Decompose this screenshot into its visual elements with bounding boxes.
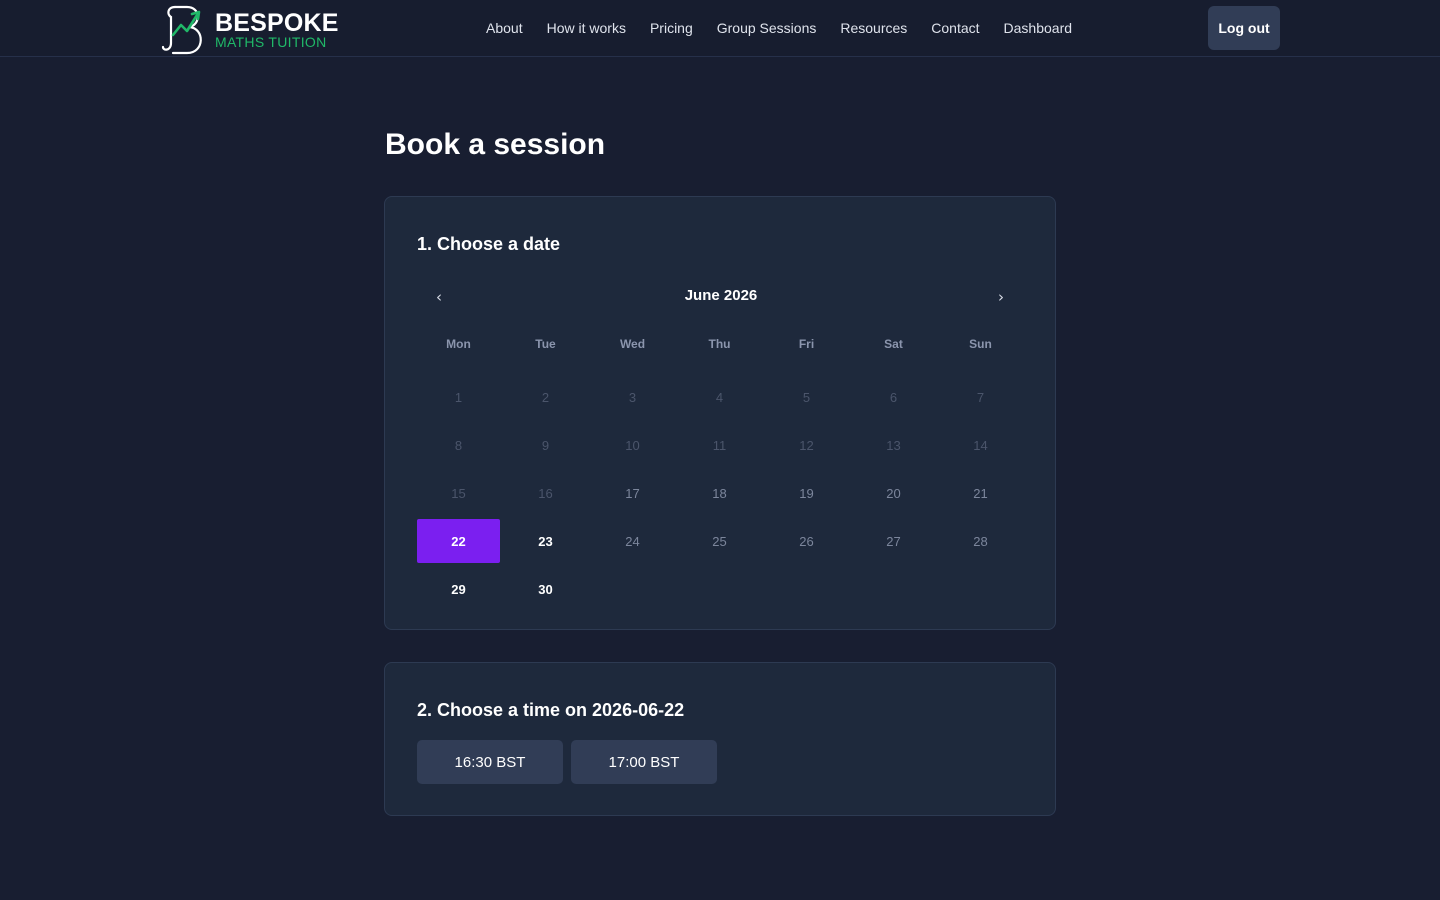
- weekday-label: Mon: [446, 337, 471, 351]
- calendar-day: 13: [852, 423, 935, 467]
- calendar-day: 17: [591, 471, 674, 515]
- calendar-day: 5: [765, 375, 848, 419]
- calendar-day: 3: [591, 375, 674, 419]
- calendar-day: 6: [852, 375, 935, 419]
- brand-name-line1: BESPOKE: [215, 9, 339, 37]
- calendar-day: 26: [765, 519, 848, 563]
- calendar-day: 15: [417, 471, 500, 515]
- calendar-day: 16: [504, 471, 587, 515]
- calendar-grid: Mon Tue Wed Thu Fri Sat Sun 1 2 3 4 5 6 7 8 9 10 1…: [417, 337, 1027, 611]
- calendar-day: 28: [939, 519, 1022, 563]
- calendar-day: 11: [678, 423, 761, 467]
- nav-how-it-works[interactable]: How it works: [547, 20, 626, 36]
- site-header: BESPOKE MATHS TUITION About How it works…: [0, 0, 1440, 57]
- nav-dashboard[interactable]: Dashboard: [1004, 20, 1073, 36]
- calendar-days: 1 2 3 4 5 6 7 8 9 10 11 12 13 14 15 16 17 18 19 20 21 22 23 24 2…: [417, 375, 1027, 611]
- calendar-day[interactable]: 29: [417, 567, 500, 611]
- calendar-day: 27: [852, 519, 935, 563]
- main-nav: About How it works Pricing Group Session…: [486, 18, 1072, 38]
- time-slots: 16:30 BST 17:00 BST: [417, 740, 725, 784]
- brand-logo[interactable]: BESPOKE MATHS TUITION: [161, 3, 361, 55]
- calendar-day: 14: [939, 423, 1022, 467]
- calendar-day[interactable]: 30: [504, 567, 587, 611]
- calendar-day: 9: [504, 423, 587, 467]
- calendar-day: 7: [939, 375, 1022, 419]
- calendar-day: 12: [765, 423, 848, 467]
- choose-date-title: 1. Choose a date: [417, 234, 561, 254]
- calendar-weekdays: Mon Tue Wed Thu Fri Sat Sun: [417, 337, 1027, 355]
- calendar-day: 21: [939, 471, 1022, 515]
- calendar-day-selected[interactable]: 22: [417, 519, 500, 563]
- calendar-header: ‹ June 2026 ›: [417, 285, 1025, 309]
- calendar-month-label: June 2026: [684, 287, 758, 304]
- choose-time-card: 2. Choose a time on 2026-06-22 16:30 BST…: [384, 662, 1056, 816]
- calendar-day: 8: [417, 423, 500, 467]
- brand-name: BESPOKE MATHS TUITION: [215, 9, 339, 50]
- calendar-day: 20: [852, 471, 935, 515]
- choose-time-title: 2. Choose a time on 2026-06-22: [417, 700, 685, 720]
- nav-about[interactable]: About: [486, 20, 523, 36]
- weekday-label: Thu: [708, 337, 731, 351]
- brand-name-line2: MATHS TUITION: [215, 34, 327, 50]
- logout-button[interactable]: Log out: [1208, 6, 1280, 50]
- chevron-right-icon[interactable]: ›: [989, 285, 1013, 309]
- nav-pricing[interactable]: Pricing: [650, 20, 693, 36]
- calendar-day[interactable]: 23: [504, 519, 587, 563]
- logo-mark-icon: [161, 5, 202, 55]
- nav-contact[interactable]: Contact: [931, 20, 979, 36]
- calendar-day: 1: [417, 375, 500, 419]
- weekday-label: Tue: [535, 337, 556, 351]
- time-slot-button[interactable]: 17:00 BST: [571, 740, 717, 784]
- weekday-label: Wed: [619, 337, 646, 351]
- calendar-day: 10: [591, 423, 674, 467]
- nav-group-sessions[interactable]: Group Sessions: [717, 20, 817, 36]
- calendar-day: 19: [765, 471, 848, 515]
- choose-date-card: 1. Choose a date ‹ June 2026 › Mon Tue W…: [384, 196, 1056, 630]
- calendar-day: 18: [678, 471, 761, 515]
- time-slot-button[interactable]: 16:30 BST: [417, 740, 563, 784]
- calendar-day: 24: [591, 519, 674, 563]
- calendar-day: 2: [504, 375, 587, 419]
- weekday-label: Sun: [969, 337, 992, 351]
- calendar-day: 4: [678, 375, 761, 419]
- nav-resources[interactable]: Resources: [840, 20, 907, 36]
- page-title: Book a session: [385, 128, 606, 161]
- weekday-label: Fri: [798, 337, 815, 351]
- calendar-day: 25: [678, 519, 761, 563]
- weekday-label: Sat: [884, 337, 903, 351]
